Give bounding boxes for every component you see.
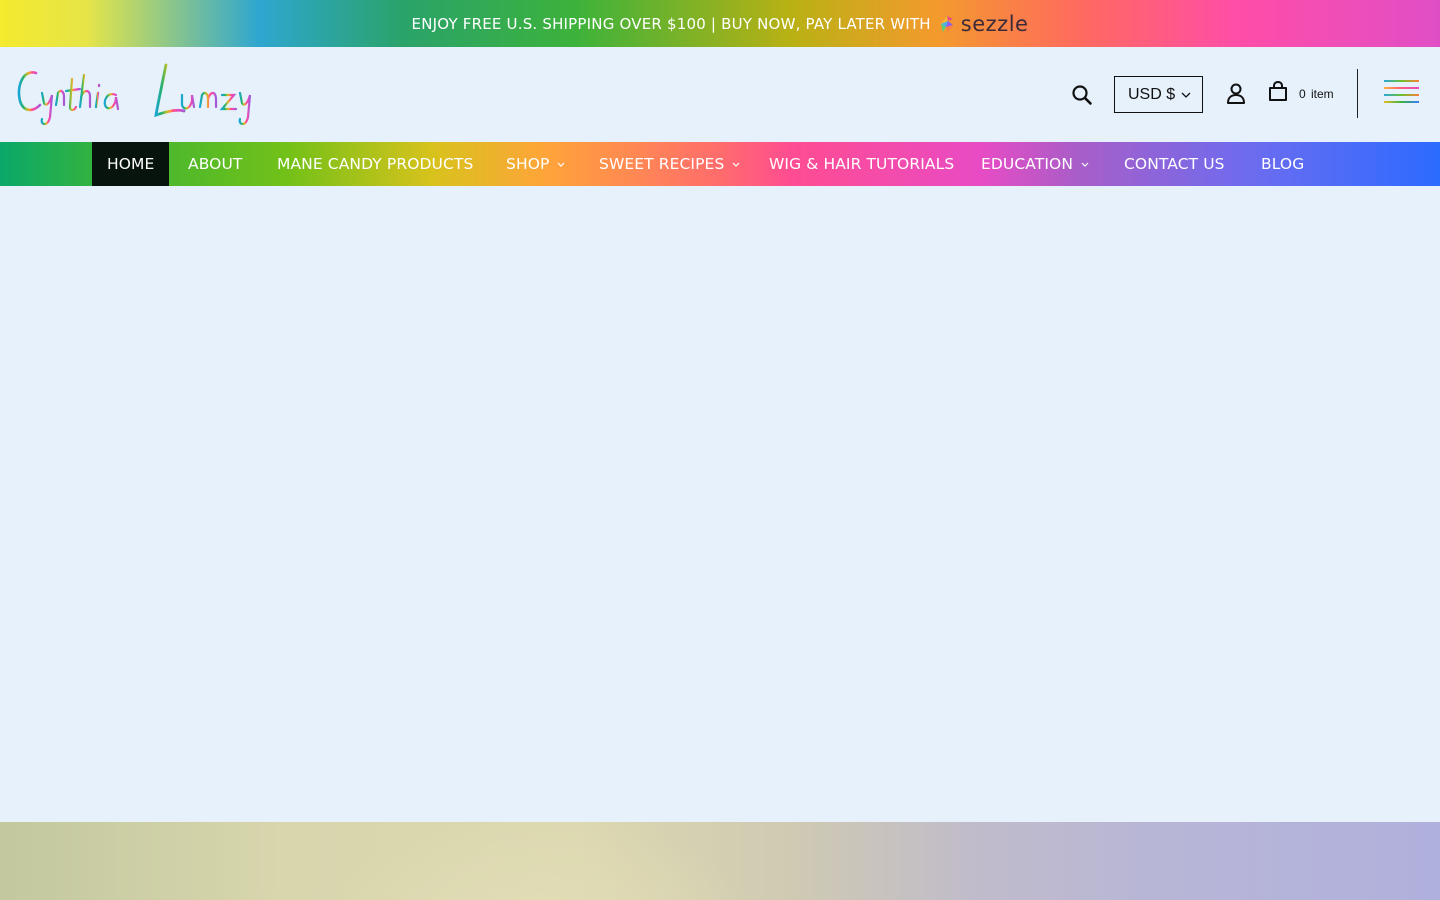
announcement-text: ENJOY FREE U.S. SHIPPING OVER $100 | BUY… xyxy=(411,14,931,33)
nav-item-mane-candy-products[interactable]: MANE CANDY PRODUCTS xyxy=(277,142,473,186)
site-logo[interactable] xyxy=(12,55,272,135)
currency-value: USD $ xyxy=(1128,85,1176,103)
nav-item-label: ABOUT xyxy=(188,155,243,173)
nav-item-shop[interactable]: SHOP xyxy=(506,142,566,186)
nav-item-sweet-recipes[interactable]: SWEET RECIPES xyxy=(599,142,741,186)
announcement-bar: ENJOY FREE U.S. SHIPPING OVER $100 | BUY… xyxy=(0,0,1440,47)
currency-selector[interactable]: USD $ xyxy=(1114,76,1203,113)
nav-item-contact-us[interactable]: CONTACT US xyxy=(1124,142,1225,186)
sezzle-logo[interactable]: sezzle xyxy=(939,12,1029,36)
nav-item-label: EDUCATION xyxy=(981,155,1074,173)
nav-item-blog[interactable]: BLOG xyxy=(1261,142,1304,186)
sezzle-wordmark: sezzle xyxy=(960,11,1029,36)
main-content xyxy=(0,186,1440,822)
sezzle-icon xyxy=(940,15,953,32)
hero-banner-image xyxy=(0,822,1440,900)
site-header: USD $ 0 item xyxy=(0,47,1440,142)
search-icon[interactable] xyxy=(1070,83,1094,107)
nav-item-label: SHOP xyxy=(506,155,550,173)
chevron-down-icon xyxy=(558,162,565,167)
nav-item-label: CONTACT US xyxy=(1124,155,1225,173)
chevron-down-icon xyxy=(1081,162,1089,167)
nav-item-about[interactable]: ABOUT xyxy=(188,142,242,186)
nav-item-wig-hair-tutorials[interactable]: WIG & HAIR TUTORIALS xyxy=(769,142,954,186)
cart-count[interactable]: 0 xyxy=(1299,87,1306,101)
nav-item-label: MANE CANDY PRODUCTS xyxy=(277,155,474,173)
cart-icon[interactable] xyxy=(1267,80,1289,104)
nav-item-label: BLOG xyxy=(1261,155,1305,173)
nav-item-label: SWEET RECIPES xyxy=(599,155,725,173)
cart-label[interactable]: item xyxy=(1311,87,1334,101)
main-navigation: HOME ABOUT MANE CANDY PRODUCTS SHOP SWEE… xyxy=(0,142,1440,186)
header-divider xyxy=(1357,69,1358,118)
hamburger-menu-icon[interactable] xyxy=(1383,79,1420,109)
chevron-down-icon xyxy=(1181,92,1191,98)
account-icon[interactable] xyxy=(1225,82,1247,106)
nav-item-education[interactable]: EDUCATION xyxy=(981,142,1090,186)
chevron-down-icon xyxy=(732,162,740,167)
nav-item-label: WIG & HAIR TUTORIALS xyxy=(769,155,955,173)
nav-item-home[interactable]: HOME xyxy=(92,142,170,186)
nav-item-label: HOME xyxy=(107,155,155,173)
